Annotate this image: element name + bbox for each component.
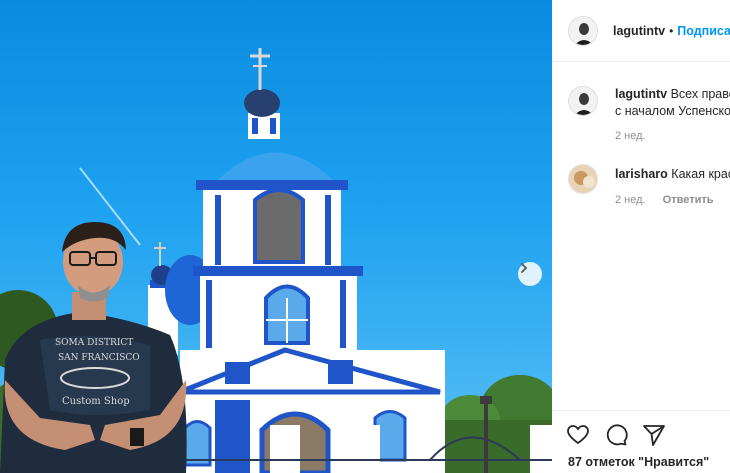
post-actions: 87 отметок "Нравится" xyxy=(552,410,730,473)
comment-username[interactable]: larisharo xyxy=(615,167,668,181)
comment-username[interactable]: lagutintv xyxy=(615,87,667,101)
avatar-photo xyxy=(569,87,597,115)
comment: larisharo Какая красота 2 нед. Ответить xyxy=(568,164,730,214)
likes-count[interactable]: 87 отметок "Нравится" xyxy=(568,455,709,469)
avatar[interactable] xyxy=(568,164,598,194)
comment-body: larisharo Какая красота xyxy=(615,166,730,183)
comment-time[interactable]: 2 нед. xyxy=(615,130,646,142)
svg-text:SAN FRANCISCO: SAN FRANCISCO xyxy=(58,353,140,363)
caption-comment: lagutintv Всех православных с началом Ус… xyxy=(568,86,730,146)
follow-button[interactable]: Подписаться xyxy=(677,24,730,38)
comment-text-line2: с началом Успенского поста xyxy=(615,104,730,118)
svg-text:Custom Shop: Custom Shop xyxy=(62,396,130,407)
svg-text:SOMA DISTRICT: SOMA DISTRICT xyxy=(55,338,133,348)
comment-meta: 2 нед. Ответить xyxy=(615,194,714,206)
chevron-right-icon xyxy=(521,263,528,273)
author-username[interactable]: lagutintv xyxy=(613,24,665,38)
heart-icon xyxy=(567,425,589,445)
avatar[interactable] xyxy=(568,15,598,46)
comment-meta: 2 нед. xyxy=(615,130,646,142)
comment-time[interactable]: 2 нед. xyxy=(615,194,646,206)
church-photo-illustration: SOMA DISTRICT SAN FRANCISCO Custom Shop xyxy=(0,48,552,473)
reply-button[interactable]: Ответить xyxy=(663,194,714,206)
comment-bubble-icon xyxy=(606,424,628,446)
paper-plane-icon xyxy=(643,425,665,446)
post-sidebar: lagutintv • Подписаться lagutintv Всех п… xyxy=(552,0,730,473)
comment-text: Всех православных xyxy=(670,87,730,101)
comment-body: lagutintv Всех православных с началом Ус… xyxy=(615,86,730,120)
comment-button[interactable] xyxy=(604,423,628,447)
post-photo[interactable]: SOMA DISTRICT SAN FRANCISCO Custom Shop xyxy=(0,0,552,473)
share-button[interactable] xyxy=(642,423,666,447)
comment-text: Какая красота xyxy=(671,167,730,181)
avatar[interactable] xyxy=(568,86,598,116)
avatar-photo xyxy=(569,165,597,193)
like-button[interactable] xyxy=(566,423,590,447)
avatar-photo xyxy=(569,16,597,45)
post-header: lagutintv • Подписаться xyxy=(552,0,730,62)
next-photo-button[interactable] xyxy=(518,262,542,286)
separator-dot: • xyxy=(669,23,674,38)
